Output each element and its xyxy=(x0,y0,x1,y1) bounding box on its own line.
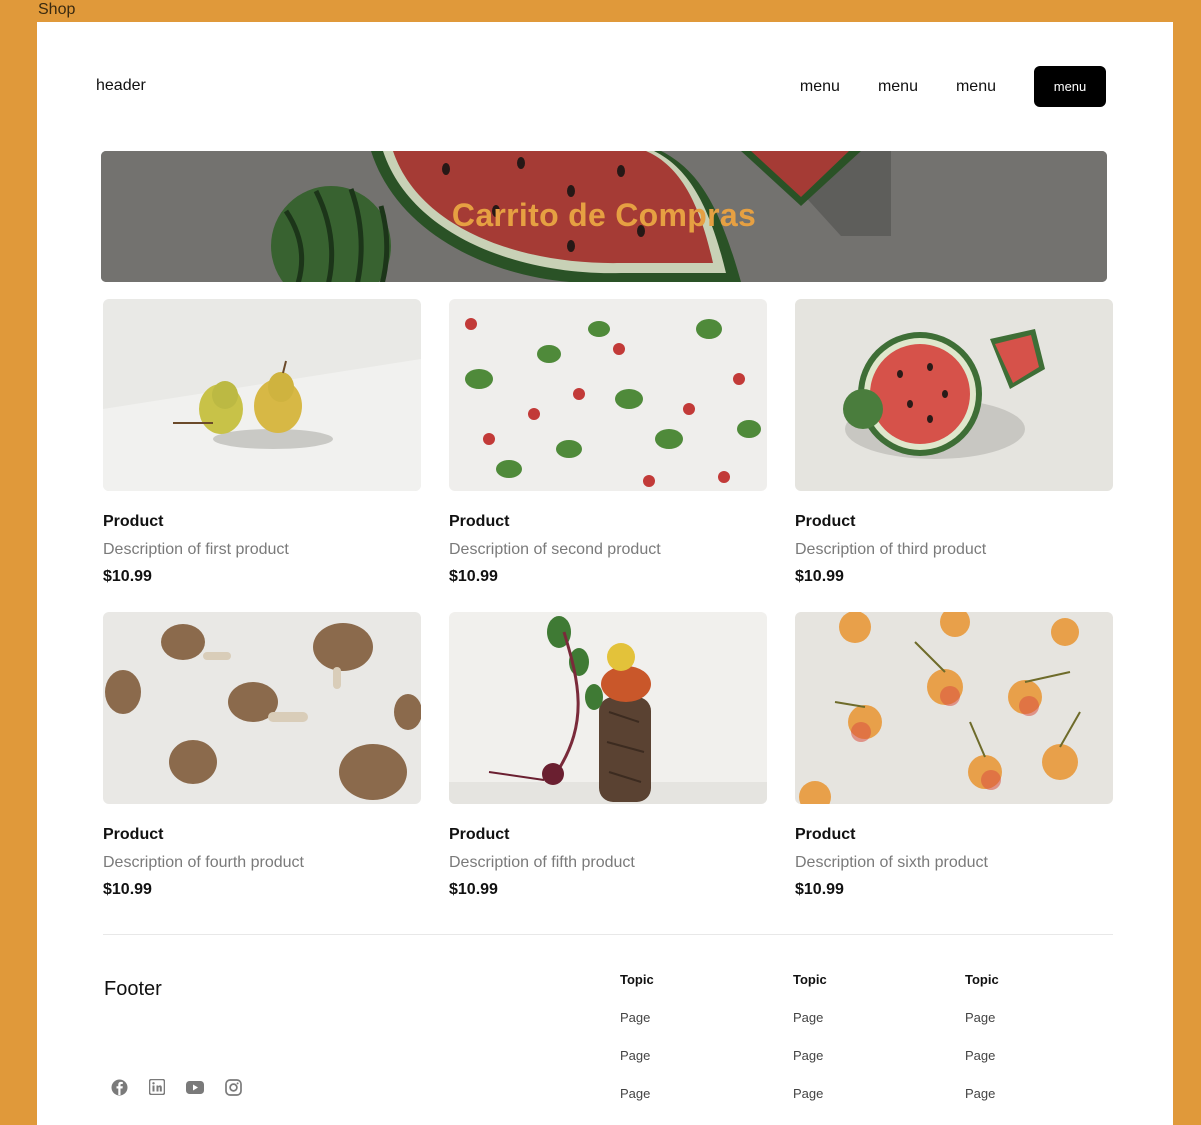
product-image-watermelon[interactable] xyxy=(795,299,1113,491)
main-nav: menu menu menu menu xyxy=(800,66,1106,107)
product-name: Product xyxy=(795,513,856,530)
hero-title: Carrito de Compras xyxy=(451,197,757,233)
nav-cta-button[interactable]: menu xyxy=(1034,66,1106,107)
footer-topic: Topic xyxy=(620,972,654,987)
footer-page-link[interactable]: Page xyxy=(620,1048,770,1068)
footer-page-link[interactable]: Page xyxy=(965,1010,1115,1030)
footer-page-link[interactable]: Page xyxy=(793,1048,943,1068)
footer-column-3: Topic Page Page Page xyxy=(965,972,1115,1106)
product-price: $10.99 xyxy=(449,881,498,898)
product-image-radishes[interactable] xyxy=(449,299,767,491)
frame-label: Shop xyxy=(38,1,76,18)
footer-topic: Topic xyxy=(965,972,999,987)
nav-item-1[interactable]: menu xyxy=(800,78,840,96)
product-card[interactable]: Product Description of first product $10… xyxy=(103,299,421,612)
page-canvas: header menu menu menu menu Carrito de Co… xyxy=(37,22,1173,1125)
hero-banner: Carrito de Compras xyxy=(101,151,1107,282)
footer-page-link[interactable]: Page xyxy=(793,1086,943,1106)
footer-page-link[interactable]: Page xyxy=(965,1086,1115,1106)
footer-topic: Topic xyxy=(793,972,827,987)
product-grid: Product Description of first product $10… xyxy=(103,299,1113,925)
product-description: Description of second product xyxy=(449,541,661,558)
site-header: header menu menu menu menu xyxy=(37,22,1173,152)
product-name: Product xyxy=(103,826,164,843)
product-name: Product xyxy=(449,826,510,843)
product-card[interactable]: Product Description of third product $10… xyxy=(795,299,1113,612)
product-name: Product xyxy=(103,513,164,530)
product-image-mushrooms[interactable] xyxy=(103,612,421,804)
product-card[interactable]: Product Description of sixth product $10… xyxy=(795,612,1113,925)
product-image-cherries[interactable] xyxy=(795,612,1113,804)
footer-page-link[interactable]: Page xyxy=(620,1086,770,1106)
footer-column-2: Topic Page Page Page xyxy=(793,972,943,1106)
product-card[interactable]: Product Description of fifth product $10… xyxy=(449,612,767,925)
product-description: Description of sixth product xyxy=(795,854,988,871)
nav-item-3[interactable]: menu xyxy=(956,78,996,96)
youtube-icon[interactable] xyxy=(186,1078,204,1096)
product-description: Description of first product xyxy=(103,541,289,558)
facebook-icon[interactable] xyxy=(110,1078,128,1096)
product-description: Description of third product xyxy=(795,541,987,558)
product-image-beet-pumpkin-bread[interactable] xyxy=(449,612,767,804)
product-name: Product xyxy=(795,826,856,843)
product-name: Product xyxy=(449,513,510,530)
footer-divider xyxy=(103,934,1113,935)
product-price: $10.99 xyxy=(795,881,844,898)
footer-brand: Footer xyxy=(104,978,162,1000)
product-price: $10.99 xyxy=(449,568,498,585)
social-links xyxy=(110,1078,262,1096)
linkedin-icon[interactable] xyxy=(148,1078,166,1096)
product-price: $10.99 xyxy=(103,881,152,898)
footer-page-link[interactable]: Page xyxy=(965,1048,1115,1068)
product-card[interactable]: Product Description of fourth product $1… xyxy=(103,612,421,925)
product-price: $10.99 xyxy=(103,568,152,585)
product-price: $10.99 xyxy=(795,568,844,585)
footer-page-link[interactable]: Page xyxy=(793,1010,943,1030)
product-image-pears[interactable] xyxy=(103,299,421,491)
nav-item-2[interactable]: menu xyxy=(878,78,918,96)
header-logo[interactable]: header xyxy=(96,77,146,95)
instagram-icon[interactable] xyxy=(224,1078,242,1096)
footer-column-1: Topic Page Page Page xyxy=(620,972,770,1106)
product-description: Description of fifth product xyxy=(449,854,635,871)
product-description: Description of fourth product xyxy=(103,854,304,871)
product-card[interactable]: Product Description of second product $1… xyxy=(449,299,767,612)
footer-page-link[interactable]: Page xyxy=(620,1010,770,1030)
